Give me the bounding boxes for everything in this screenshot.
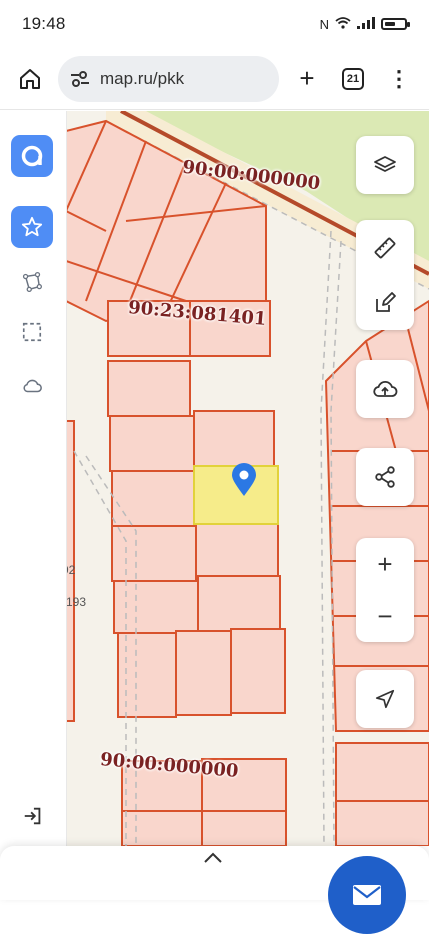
chevron-up-icon: [204, 852, 222, 863]
battery-icon: [381, 18, 410, 30]
cloud-upload-icon: [373, 381, 398, 397]
logout-button[interactable]: [14, 796, 52, 836]
new-tab-button[interactable]: +: [289, 61, 325, 97]
sign-in-icon: [24, 807, 41, 825]
status-icons: N: [319, 16, 410, 32]
logo-icon: [21, 145, 43, 167]
nfc-icon: N: [319, 16, 329, 32]
site-settings-icon: [71, 70, 89, 87]
ruler-button[interactable]: [356, 220, 414, 275]
address-bar[interactable]: map.ru/pkk: [58, 55, 279, 102]
polygon-icon: [22, 272, 42, 292]
favorites-button[interactable]: [11, 206, 53, 248]
zoom-group: + −: [356, 538, 414, 642]
share-button[interactable]: [356, 448, 414, 506]
left-toolbar: [0, 111, 67, 846]
polygon-tool-button[interactable]: [11, 261, 53, 303]
tab-count: 21: [342, 67, 364, 90]
parcel-number: 193: [66, 595, 87, 609]
cloud-button[interactable]: [11, 365, 53, 407]
edit-icon: [376, 291, 396, 312]
home-icon: [20, 68, 40, 89]
selection-icon: [22, 322, 42, 342]
browser-toolbar: map.ru/pkk + 21 ⋮: [0, 48, 429, 110]
mail-icon: [353, 885, 381, 905]
status-time: 19:48: [22, 14, 66, 33]
select-area-button[interactable]: [11, 311, 53, 353]
edit-button[interactable]: [356, 275, 414, 330]
wifi-icon: [335, 16, 351, 32]
status-bar: 19:48 N: [0, 0, 429, 48]
my-location-button[interactable]: [356, 670, 414, 728]
home-button[interactable]: [12, 61, 48, 97]
app-logo-button[interactable]: [11, 135, 53, 177]
cloud-icon: [23, 379, 42, 393]
zoom-out-button[interactable]: −: [356, 590, 414, 642]
url-text[interactable]: map.ru/pkk: [100, 69, 184, 89]
share-icon: [375, 466, 395, 488]
signal-icon: [357, 16, 375, 32]
measure-group: [356, 220, 414, 330]
upload-button[interactable]: [356, 360, 414, 418]
layers-button[interactable]: [356, 136, 414, 194]
tab-switcher-button[interactable]: 21: [335, 61, 371, 97]
zoom-in-button[interactable]: +: [356, 538, 414, 590]
menu-button[interactable]: ⋮: [381, 61, 417, 97]
mail-button[interactable]: [328, 856, 406, 934]
ruler-icon: [374, 237, 396, 258]
navigation-arrow-icon: [375, 689, 395, 709]
location-pin-icon[interactable]: [231, 463, 257, 497]
layers-icon: [374, 156, 396, 172]
star-icon: [21, 216, 43, 237]
parcel-number: 92: [66, 563, 76, 577]
